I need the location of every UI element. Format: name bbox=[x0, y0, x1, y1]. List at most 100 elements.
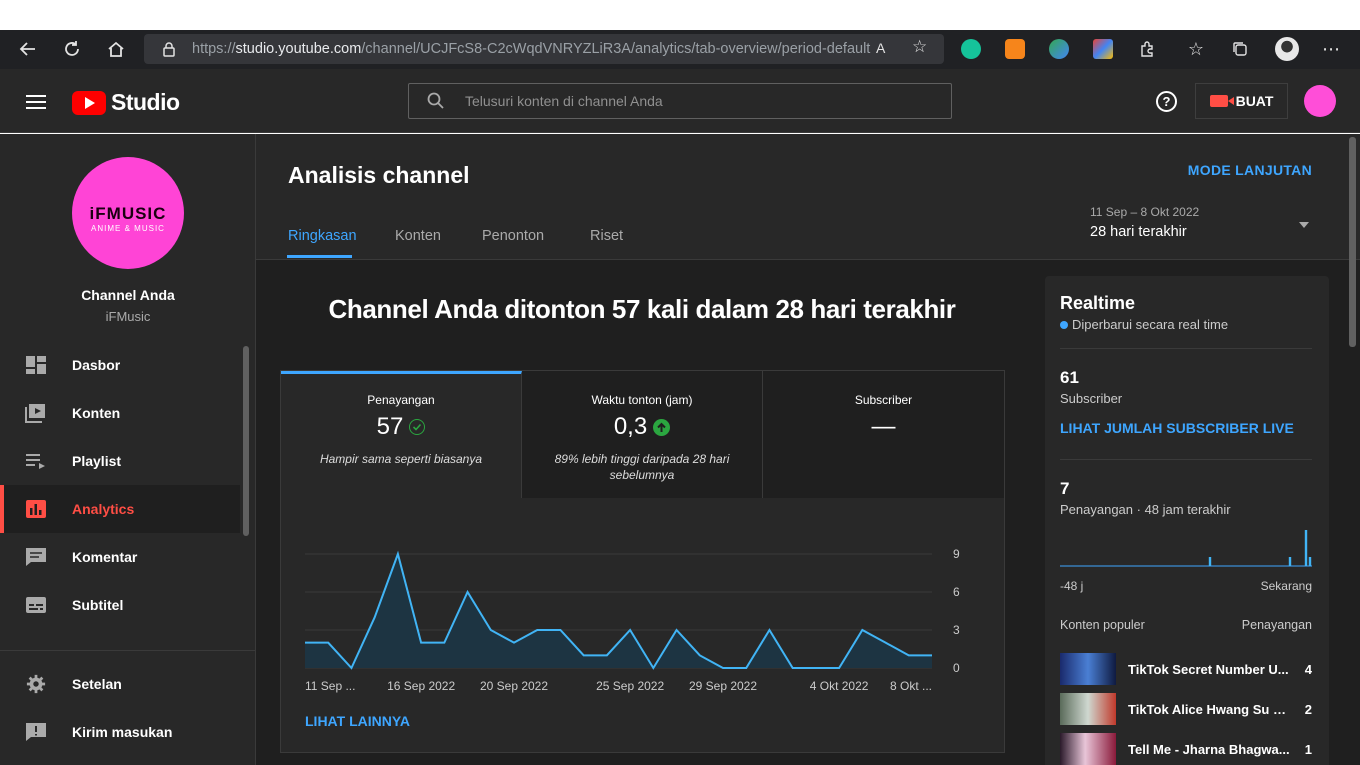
date-range-label[interactable]: 28 hari terakhir bbox=[1090, 224, 1187, 240]
sidebar-item-konten[interactable]: Konten bbox=[0, 389, 240, 437]
popular-item[interactable]: Tell Me - Jharna Bhagwa... 1 bbox=[1060, 732, 1312, 765]
popular-item[interactable]: TikTok Secret Number U... 4 bbox=[1060, 652, 1312, 686]
extension-icon[interactable] bbox=[1049, 39, 1069, 59]
realtime-subtitle: Diperbarui secara real time bbox=[1072, 317, 1229, 332]
popular-item[interactable]: TikTok Alice Hwang Su K... 2 bbox=[1060, 692, 1312, 726]
tab-riset[interactable]: Riset bbox=[590, 228, 623, 244]
sidebar-item-dasbor[interactable]: Dasbor bbox=[0, 341, 240, 389]
spark-bar bbox=[1304, 530, 1308, 566]
x-tick-label: 8 Okt ... bbox=[890, 679, 932, 693]
realtime-subs-label: Subscriber bbox=[1060, 391, 1123, 406]
sidebar-item-label: Playlist bbox=[72, 453, 122, 469]
realtime-spark-chart[interactable] bbox=[1060, 516, 1312, 571]
dashboard-icon bbox=[26, 356, 46, 374]
collections-icon[interactable] bbox=[1224, 33, 1256, 65]
views-chart[interactable]: 0 3 6 9 11 Sep ... 16 Sep 2022 20 Sep 2022 25 S… bbox=[281, 501, 1006, 701]
sidebar-item-label: Konten bbox=[72, 405, 121, 421]
studio-header: Studio ? BUAT bbox=[0, 69, 1360, 133]
more-menu-icon[interactable]: ⋯ bbox=[1315, 33, 1347, 65]
analytics-icon bbox=[26, 500, 46, 518]
search-input[interactable] bbox=[465, 93, 915, 109]
y-tick-label: 3 bbox=[953, 623, 960, 637]
create-button[interactable]: BUAT bbox=[1195, 83, 1288, 119]
read-aloud-icon[interactable]: A bbox=[876, 40, 885, 56]
metric-subtext: 89% lebih tinggi daripada 28 hari sebelu… bbox=[554, 452, 730, 482]
metric-watch-time[interactable]: Waktu tonton (jam) 0,3 89% lebih tinggi … bbox=[522, 371, 763, 498]
x-tick-label: 25 Sep 2022 bbox=[596, 679, 664, 693]
video-views: 4 bbox=[1304, 661, 1312, 677]
x-tick-label: 20 Sep 2022 bbox=[480, 679, 548, 693]
chart-area-fill bbox=[305, 554, 932, 668]
sidebar-item-playlist[interactable]: Playlist bbox=[0, 437, 240, 485]
address-bar[interactable]: https://studio.youtube.com/channel/UCJFc… bbox=[144, 34, 944, 64]
active-tab-indicator bbox=[287, 255, 352, 258]
tab-ringkasan[interactable]: Ringkasan bbox=[288, 228, 357, 244]
sidebar-item-label: Setelan bbox=[72, 676, 122, 692]
back-icon[interactable] bbox=[12, 33, 44, 65]
metric-value: — bbox=[871, 413, 896, 440]
realtime-views-value: 7 bbox=[1060, 479, 1070, 498]
play-extension-icon[interactable] bbox=[1093, 39, 1113, 59]
favorite-add-icon[interactable]: ☆ bbox=[912, 37, 927, 57]
tab-penonton[interactable]: Penonton bbox=[482, 228, 544, 244]
sidebar-item-kirim-masukan[interactable]: Kirim masukan bbox=[0, 708, 240, 756]
sidebar: iFMUSIC ANIME & MUSIC Channel Anda iFMus… bbox=[0, 134, 256, 765]
page-title: Analisis channel bbox=[288, 162, 470, 188]
metric-subscribers[interactable]: Subscriber — bbox=[763, 371, 1004, 498]
see-more-link[interactable]: LIHAT LAINNYA bbox=[305, 713, 410, 729]
studio-logo[interactable]: Studio bbox=[72, 89, 180, 116]
avatar-logo-subtext: ANIME & MUSIC bbox=[91, 223, 165, 233]
sidebar-item-setelan[interactable]: Setelan bbox=[0, 660, 240, 708]
video-thumbnail bbox=[1060, 653, 1116, 685]
content-icon bbox=[25, 404, 45, 423]
sidebar-item-analytics[interactable]: Analytics bbox=[0, 485, 240, 533]
page-scrollbar[interactable] bbox=[1349, 137, 1356, 347]
home-icon[interactable] bbox=[100, 33, 132, 65]
tab-konten[interactable]: Konten bbox=[395, 228, 441, 244]
date-range-text[interactable]: 11 Sep – 8 Okt 2022 bbox=[1090, 205, 1199, 219]
live-subscriber-link[interactable]: LIHAT JUMLAH SUBSCRIBER LIVE bbox=[1060, 420, 1294, 436]
metric-value: 0,3 bbox=[613, 413, 648, 440]
reload-icon[interactable] bbox=[56, 33, 88, 65]
profile-avatar[interactable] bbox=[1275, 37, 1299, 61]
x-tick-label: 29 Sep 2022 bbox=[689, 679, 757, 693]
live-dot-icon bbox=[1060, 320, 1068, 329]
main-content: Analisis channel MODE LANJUTAN Ringkasan… bbox=[256, 134, 1360, 765]
spark-bar bbox=[1208, 557, 1212, 566]
video-title: TikTok Alice Hwang Su K... bbox=[1128, 701, 1293, 717]
youtube-logo-icon bbox=[72, 90, 106, 115]
metric-views[interactable]: Penayangan 57 Hampir sama seperti biasan… bbox=[281, 371, 522, 498]
extensions-icon[interactable] bbox=[1131, 33, 1163, 65]
analytics-header: Analisis channel MODE LANJUTAN Ringkasan… bbox=[256, 134, 1360, 260]
metric-value: 57 bbox=[376, 413, 404, 440]
subtitle-icon bbox=[26, 597, 46, 613]
popular-content-header: Konten populer bbox=[1060, 618, 1145, 632]
overview-card: Penayangan 57 Hampir sama seperti biasan… bbox=[280, 370, 1005, 753]
metamask-extension-icon[interactable] bbox=[1005, 39, 1025, 59]
sidebar-item-komentar[interactable]: Komentar bbox=[0, 533, 240, 581]
sidebar-scrollbar[interactable] bbox=[243, 346, 249, 536]
sidebar-item-label: Komentar bbox=[72, 549, 138, 565]
y-tick-label: 0 bbox=[953, 661, 960, 675]
gear-icon bbox=[26, 674, 46, 694]
video-views: 2 bbox=[1304, 701, 1312, 717]
grammarly-extension-icon[interactable] bbox=[961, 39, 981, 59]
menu-icon[interactable] bbox=[26, 95, 46, 109]
video-thumbnail bbox=[1060, 733, 1116, 765]
channel-avatar[interactable]: iFMUSIC ANIME & MUSIC bbox=[72, 157, 184, 269]
browser-toolbar: https://studio.youtube.com/channel/UCJFc… bbox=[0, 30, 1360, 69]
help-icon[interactable]: ? bbox=[1156, 91, 1177, 112]
video-views: 1 bbox=[1304, 741, 1312, 757]
chevron-down-icon[interactable] bbox=[1299, 222, 1309, 228]
account-avatar[interactable] bbox=[1304, 85, 1336, 117]
comment-icon bbox=[26, 548, 46, 566]
metric-title: Subscriber bbox=[854, 393, 913, 407]
lock-icon bbox=[162, 41, 176, 61]
url-scheme: https:// bbox=[192, 41, 236, 57]
y-tick-label: 6 bbox=[953, 585, 960, 599]
search-box[interactable] bbox=[408, 83, 952, 119]
sidebar-item-label: Dasbor bbox=[72, 357, 121, 373]
favorites-icon[interactable]: ☆ bbox=[1180, 33, 1212, 65]
sidebar-item-subtitel[interactable]: Subtitel bbox=[0, 581, 240, 629]
advanced-mode-button[interactable]: MODE LANJUTAN bbox=[1188, 162, 1312, 178]
